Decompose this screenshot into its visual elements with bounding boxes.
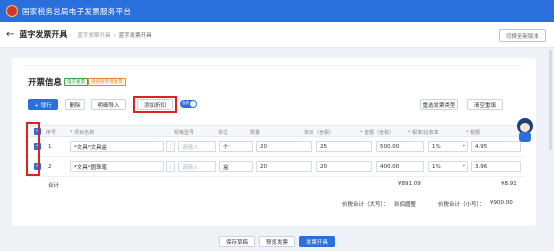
tag-electronic-invoice: 电子发票	[64, 78, 88, 86]
tax-input[interactable]: 4.95	[471, 141, 521, 152]
tag-vat-special-invoice: 增值税专用发票	[88, 78, 126, 86]
tax-input[interactable]: 3.96	[471, 161, 521, 172]
col-amount: * 金额（含税）	[360, 130, 395, 136]
chevron-down-icon: ▾	[462, 164, 465, 169]
breadcrumb-current: 蓝字发票开具	[118, 32, 152, 39]
tax-rate-value: 1%	[432, 163, 441, 170]
total-label: 合计	[48, 183, 60, 189]
sum-words-label: 价税合计（大写）：	[342, 202, 389, 208]
switch-version-label: 切换至新版本	[505, 33, 539, 40]
switch-version-button[interactable]: 切换至新版本	[498, 29, 546, 42]
col-quantity: 数量	[250, 130, 261, 136]
section-title: 开票信息	[28, 78, 63, 88]
table-row: ✓ 1 *文具*文具盒 ⋮ 请输入 个 20 25 500.00 1% ▾ 4.9…	[28, 137, 524, 157]
price-tax-sum-row: 价税合计（大写）： 玖佰圆整 价税合计（小写）： ¥900.00	[28, 195, 524, 209]
row-index: 1	[48, 144, 52, 150]
page-title: 蓝字发票开具	[19, 30, 68, 39]
chevron-down-icon: ▾	[462, 144, 465, 149]
item-name-input[interactable]: *文具*文具盒	[70, 141, 164, 152]
col-tax: * 税额	[466, 130, 481, 136]
rechoose-invoice-type-button[interactable]: 重选发票类型	[420, 99, 458, 110]
issue-invoice-button[interactable]: 发票开具	[299, 236, 336, 247]
faint-divider	[22, 60, 522, 66]
tax-rate-select[interactable]: 1% ▾	[428, 161, 468, 172]
total-row: 合计 ¥891.09 ¥8.91	[28, 178, 524, 190]
table-header: ✓ 序号 * 项目名称 规格型号 单位 数量 单价（含税） * 金额（含税） *…	[28, 125, 524, 137]
footer-actions: 保存草稿 预览发票 发票开具	[0, 232, 554, 251]
breadcrumb-item[interactable]: 蓝字发票开具	[77, 33, 110, 39]
col-index: 序号	[46, 130, 57, 136]
highlight-box-checkboxes	[26, 122, 40, 176]
quantity-input[interactable]: 20	[256, 161, 312, 172]
tax-emblem-logo	[6, 5, 18, 17]
invoice-panel: 开票信息 电子发票 增值税专用发票 + 增行 删除 明细导入 添加折扣 含税 重…	[12, 58, 536, 226]
sum-num-label: 价税合计（小写）：	[438, 202, 485, 208]
save-draft-button[interactable]: 保存草稿	[218, 236, 255, 247]
sum-num-value: ¥900.00	[490, 200, 513, 206]
col-unit-price: 单价（含税）	[304, 130, 335, 136]
more-icon[interactable]: ⋮	[166, 161, 175, 172]
col-spec: 规格型号	[174, 130, 195, 136]
unit-input[interactable]: 个	[219, 141, 253, 152]
breadcrumb: 蓝字发票开具 › 蓝字发票开具	[77, 32, 152, 39]
unit-price-input[interactable]: 20	[316, 161, 372, 172]
app-title: 国家税务总局电子发票服务平台	[22, 6, 132, 16]
col-unit: 单位	[218, 130, 229, 136]
spec-input[interactable]: 请输入	[178, 161, 216, 172]
highlight-box-discount	[133, 96, 177, 113]
amount-input[interactable]: 400.00	[376, 161, 424, 172]
unit-input[interactable]: 盒	[219, 161, 253, 172]
sum-words-value: 玖佰圆整	[394, 202, 417, 208]
row-index: 2	[48, 164, 52, 170]
preview-invoice-button[interactable]: 预览发票	[258, 236, 295, 247]
page-header: ← 蓝字发票开具 蓝字发票开具 › 蓝字发票开具 切换至新版本	[0, 22, 554, 48]
amount-input[interactable]: 500.00	[376, 141, 424, 152]
tax-rate-value: 1%	[432, 143, 441, 150]
detail-import-button[interactable]: 明细导入	[91, 99, 126, 110]
col-name: * 项目名称	[70, 130, 95, 136]
delete-button[interactable]: 删除	[65, 99, 85, 110]
total-amount: ¥891.09	[398, 181, 421, 187]
quantity-input[interactable]: 20	[256, 141, 312, 152]
spec-input[interactable]: 请输入	[178, 141, 216, 152]
item-name-input[interactable]: *文具*圆珠笔	[70, 161, 164, 172]
scrollbar[interactable]	[549, 50, 552, 150]
total-tax: ¥8.91	[501, 181, 517, 187]
back-arrow-icon[interactable]: ←	[6, 29, 14, 40]
add-row-button[interactable]: + 增行	[28, 99, 58, 110]
table-row: ✓ 2 *文具*圆珠笔 ⋮ 请输入 盒 20 20 400.00 1% ▾ 3.9…	[28, 157, 524, 177]
tax-rate-select[interactable]: 1% ▾	[428, 141, 468, 152]
more-icon[interactable]: ⋮	[166, 141, 175, 152]
assistant-mascot-icon[interactable]	[515, 118, 535, 142]
unit-price-input[interactable]: 25	[316, 141, 372, 152]
col-tax-rate: * 税率/征收率	[408, 130, 439, 136]
top-bar: 国家税务总局电子发票服务平台	[0, 0, 554, 22]
toggle-label: 含税	[182, 101, 189, 105]
clear-refill-button[interactable]: 清空重填	[467, 99, 503, 110]
